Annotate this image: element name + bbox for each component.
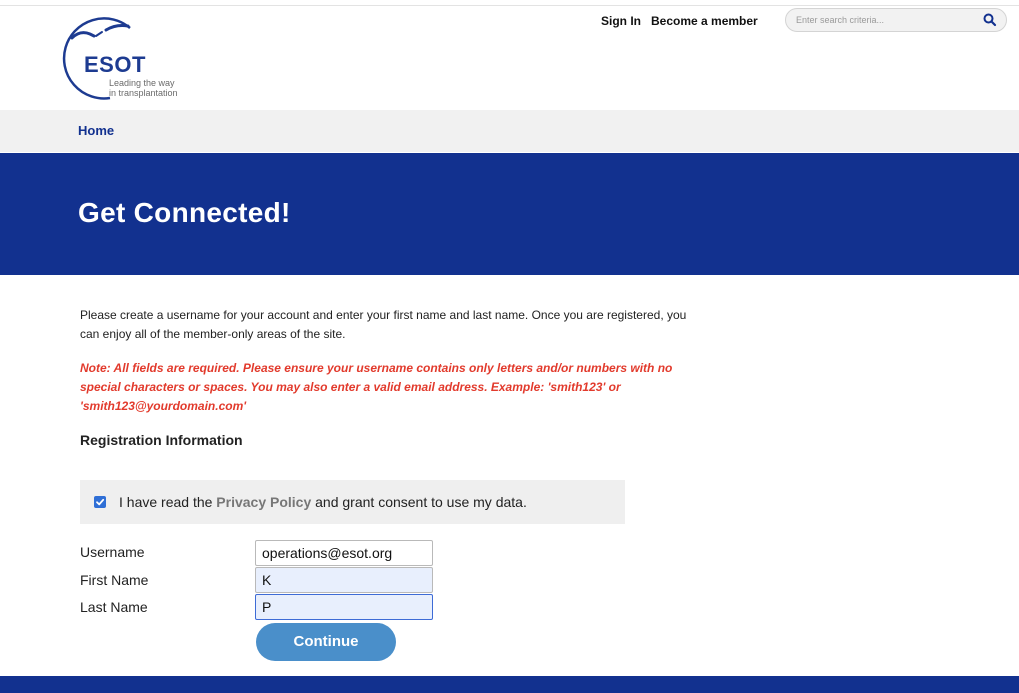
become-member-link[interactable]: Become a member — [651, 14, 758, 28]
search-button[interactable] — [982, 12, 998, 28]
breadcrumb: Home — [0, 110, 1019, 152]
first-name-label: First Name — [80, 572, 149, 588]
sign-in-link[interactable]: Sign In — [601, 14, 641, 28]
continue-button[interactable]: Continue — [256, 623, 396, 661]
top-divider — [0, 5, 1019, 6]
consent-prefix: I have read the — [119, 494, 217, 510]
consent-row: I have read the Privacy Policy and grant… — [80, 480, 625, 524]
last-name-label: Last Name — [80, 599, 148, 615]
intro-text: Please create a username for your accoun… — [80, 308, 687, 341]
first-name-field[interactable] — [255, 567, 433, 593]
section-title: Registration Information — [80, 432, 243, 448]
requirements-note: Note: All fields are required. Please en… — [80, 361, 673, 413]
esot-logo[interactable]: ESOT Leading the way in transplantation — [58, 12, 208, 104]
search-input[interactable] — [796, 12, 966, 28]
logo-wordmark: ESOT — [84, 52, 146, 77]
consent-label: I have read the Privacy Policy and grant… — [119, 494, 527, 510]
username-field[interactable] — [255, 540, 433, 566]
logo-tagline-line2: in transplantation — [109, 88, 178, 98]
breadcrumb-home[interactable]: Home — [78, 123, 114, 138]
consent-suffix: and grant consent to use my data. — [311, 494, 527, 510]
logo-tagline-line1: Leading the way — [109, 78, 175, 88]
page-title: Get Connected! — [78, 197, 291, 228]
page-hero: Get Connected! — [0, 153, 1019, 275]
utility-nav: Sign In Become a member — [601, 14, 758, 28]
username-label: Username — [80, 544, 145, 560]
search-icon — [983, 13, 997, 27]
logo-tagline: Leading the way in transplantation — [109, 78, 178, 98]
checkmark-icon — [96, 498, 105, 506]
search-box — [785, 8, 1007, 32]
consent-checkbox[interactable] — [94, 496, 106, 508]
privacy-policy-link[interactable]: Privacy Policy — [216, 494, 311, 510]
footer-band — [0, 676, 1019, 693]
last-name-field[interactable] — [255, 594, 433, 620]
